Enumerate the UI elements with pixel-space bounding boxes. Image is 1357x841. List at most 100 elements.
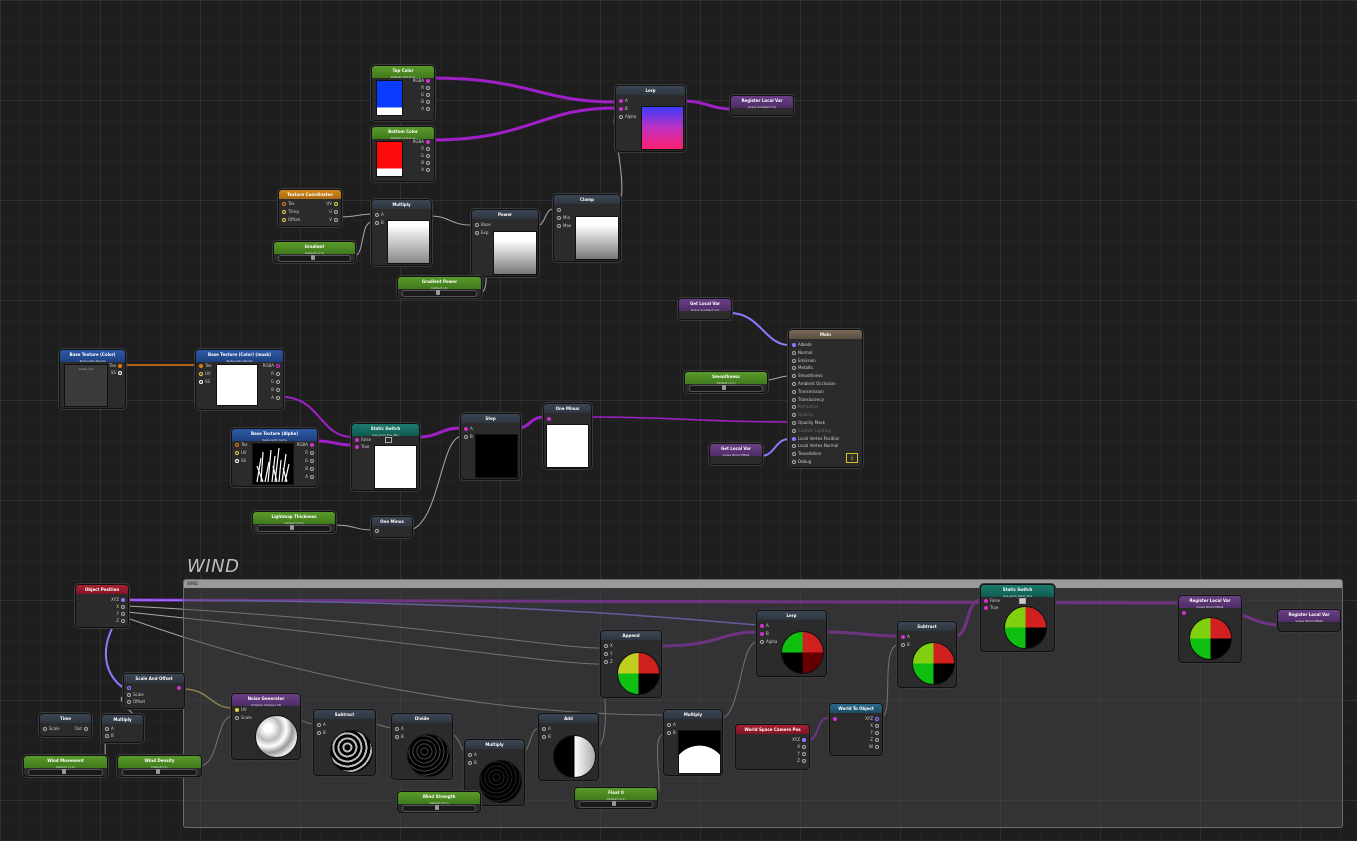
texture-sample-node[interactable]: Base Texture (Alpha) Texture2D Alpha Tex … bbox=[231, 428, 318, 487]
value-slider[interactable] bbox=[278, 255, 351, 262]
node-header[interactable]: Object Position bbox=[76, 585, 128, 594]
node-header[interactable]: Wind Movement Default (1.0) bbox=[24, 756, 107, 769]
main-pin[interactable]: Refraction bbox=[790, 404, 818, 410]
main-pin[interactable]: Custom Lighting bbox=[790, 428, 831, 434]
subtract-node[interactable]: Subtract A B bbox=[313, 709, 376, 776]
node-header[interactable]: Static Switch Use_Grid_Wind_Pos bbox=[981, 585, 1054, 598]
pin-exp[interactable]: Exp bbox=[473, 230, 488, 236]
pin-u[interactable]: U bbox=[329, 209, 340, 215]
pin-y[interactable]: Y bbox=[602, 651, 612, 657]
lerp-node[interactable]: Lerp A B Alpha bbox=[615, 85, 686, 152]
power-node[interactable]: Power Base Exp bbox=[471, 209, 539, 277]
node-header[interactable]: Subtract bbox=[314, 710, 375, 719]
step-node[interactable]: Step A B bbox=[460, 413, 521, 480]
main-pin[interactable]: Opacity bbox=[790, 412, 813, 418]
pin-a[interactable]: A bbox=[466, 752, 477, 758]
pin-base[interactable]: Base bbox=[473, 222, 491, 228]
pin-b[interactable]: B bbox=[617, 106, 628, 112]
gradient-node[interactable]: Gradient Default (1.0) bbox=[273, 241, 356, 263]
pin-b[interactable]: B bbox=[393, 734, 404, 740]
pin-a[interactable]: A bbox=[617, 98, 628, 104]
pin-z[interactable]: Z bbox=[870, 737, 881, 743]
time-node[interactable]: Time Scale Out bbox=[39, 713, 92, 737]
value-slider[interactable] bbox=[28, 769, 103, 776]
node-header[interactable]: Multiply bbox=[102, 715, 143, 724]
pin-y[interactable]: Y bbox=[798, 751, 808, 757]
scale-and-offset-node[interactable]: Scale And Offset Scale Offset bbox=[123, 673, 185, 709]
value-slider[interactable] bbox=[257, 525, 331, 532]
static-switch-node[interactable]: Static Switch Use_Grid_Pos_Mix False True bbox=[351, 423, 420, 491]
main-pin[interactable]: Translucency bbox=[790, 397, 824, 403]
node-header[interactable]: Wind Strength Default (0.1) bbox=[398, 792, 480, 805]
texture-slot[interactable]: Grass_Col bbox=[64, 364, 108, 407]
node-header[interactable]: Static Switch Use_Grid_Pos_Mix bbox=[352, 424, 419, 437]
pin-alpha[interactable]: Alpha bbox=[617, 114, 636, 120]
pin-y[interactable]: Y bbox=[871, 730, 881, 736]
main-pin[interactable]: Metallic bbox=[790, 365, 813, 371]
pin-true[interactable]: True bbox=[982, 605, 999, 611]
pin-rgba[interactable]: RGBA bbox=[413, 78, 432, 84]
node-header[interactable]: Float 0 Default (0.1) bbox=[575, 788, 657, 801]
get-local-var-node[interactable]: Get Local Var Grass Gradient Col bbox=[678, 298, 732, 320]
pin-a[interactable]: A bbox=[758, 623, 769, 629]
pin-ss[interactable]: SS bbox=[111, 370, 124, 376]
node-header[interactable]: Power bbox=[472, 210, 538, 219]
top-color-node[interactable]: Top Color Default (0.0.0.1) RGBA R G B A bbox=[371, 65, 435, 121]
pin-offset[interactable]: Offset bbox=[125, 699, 145, 705]
pin-out[interactable] bbox=[175, 685, 183, 691]
pin-ss[interactable]: SS bbox=[197, 379, 210, 385]
one-minus-node[interactable]: One Minus bbox=[543, 403, 592, 469]
main-pin[interactable]: Transmission bbox=[790, 389, 824, 395]
pin-xyz[interactable]: XYZ bbox=[792, 737, 808, 743]
pin-xyz[interactable]: XYZ bbox=[865, 716, 881, 722]
register-local-var-node[interactable]: Register Local Var Grass Wind Offset bbox=[1277, 609, 1341, 632]
wind-strength-node[interactable]: Wind Strength Default (0.1) bbox=[397, 791, 481, 813]
node-header[interactable]: Register Local Var Grass Wind Offset bbox=[1278, 610, 1340, 623]
main-output-node[interactable]: Main Albedo Normal Emission Metallic Smoothn… bbox=[788, 329, 863, 468]
node-header[interactable]: Lerp bbox=[616, 86, 685, 95]
pin-g[interactable]: G bbox=[271, 379, 282, 385]
node-header[interactable]: Multiply bbox=[465, 740, 524, 749]
node-header[interactable]: Base Texture (Alpha) Texture2D Alpha bbox=[232, 429, 317, 442]
node-header[interactable]: Register Local Var Grass Gradient Col bbox=[731, 96, 793, 109]
pin-value[interactable] bbox=[555, 207, 563, 213]
pin-g[interactable]: G bbox=[421, 153, 432, 159]
pin-b[interactable]: B bbox=[305, 466, 316, 472]
pin-in[interactable] bbox=[373, 528, 381, 534]
node-header[interactable]: Base Texture (Color) (mask) Texture2D Alb… bbox=[196, 350, 283, 363]
pin-uv[interactable]: UV bbox=[197, 371, 211, 377]
pin-alpha[interactable]: Alpha bbox=[758, 639, 777, 645]
pin-r[interactable]: R bbox=[421, 146, 432, 152]
node-header[interactable]: Bottom Color Default (1.0.0.1) bbox=[372, 127, 434, 140]
download-icon[interactable]: ⤓ bbox=[846, 453, 858, 463]
one-minus-node[interactable]: One Minus bbox=[371, 516, 413, 538]
pin-b[interactable]: B bbox=[271, 387, 282, 393]
value-slider[interactable] bbox=[122, 769, 197, 776]
node-header[interactable]: Gradient Power Default (1) bbox=[398, 277, 481, 290]
node-header[interactable]: One Minus bbox=[544, 404, 591, 413]
main-pin[interactable]: Debug bbox=[790, 459, 811, 465]
pin-z[interactable]: Z bbox=[797, 758, 808, 764]
pin-b[interactable]: B bbox=[421, 160, 432, 166]
pin-b[interactable]: B bbox=[540, 734, 551, 740]
pin-a[interactable]: A bbox=[271, 395, 282, 401]
clamp-node[interactable]: Clamp Min Max bbox=[553, 194, 621, 262]
pin-y[interactable]: Y bbox=[117, 611, 127, 617]
pin-max[interactable]: Max bbox=[555, 223, 571, 229]
pin-b[interactable]: B bbox=[421, 99, 432, 105]
pin-false[interactable]: False bbox=[353, 437, 371, 443]
pin-b[interactable]: B bbox=[315, 730, 326, 736]
node-header[interactable]: Smoothness Default (0.1) bbox=[685, 372, 767, 385]
node-header[interactable]: World To Object bbox=[830, 704, 882, 713]
pin-a[interactable]: A bbox=[421, 106, 432, 112]
pin-a[interactable]: A bbox=[421, 167, 432, 173]
pin-in[interactable] bbox=[545, 416, 553, 422]
pin-z[interactable]: Z bbox=[116, 618, 127, 624]
main-pin[interactable]: Tessellation bbox=[790, 451, 821, 457]
pin-v[interactable]: V bbox=[329, 217, 340, 223]
get-local-var-node[interactable]: Get Local Var Grass Wind Offset bbox=[709, 443, 763, 465]
pin-r[interactable]: R bbox=[305, 450, 316, 456]
pin-tex[interactable]: Tex bbox=[197, 363, 212, 369]
node-header[interactable]: Top Color Default (0.0.0.1) bbox=[372, 66, 434, 79]
pin-a[interactable]: A bbox=[103, 726, 114, 732]
